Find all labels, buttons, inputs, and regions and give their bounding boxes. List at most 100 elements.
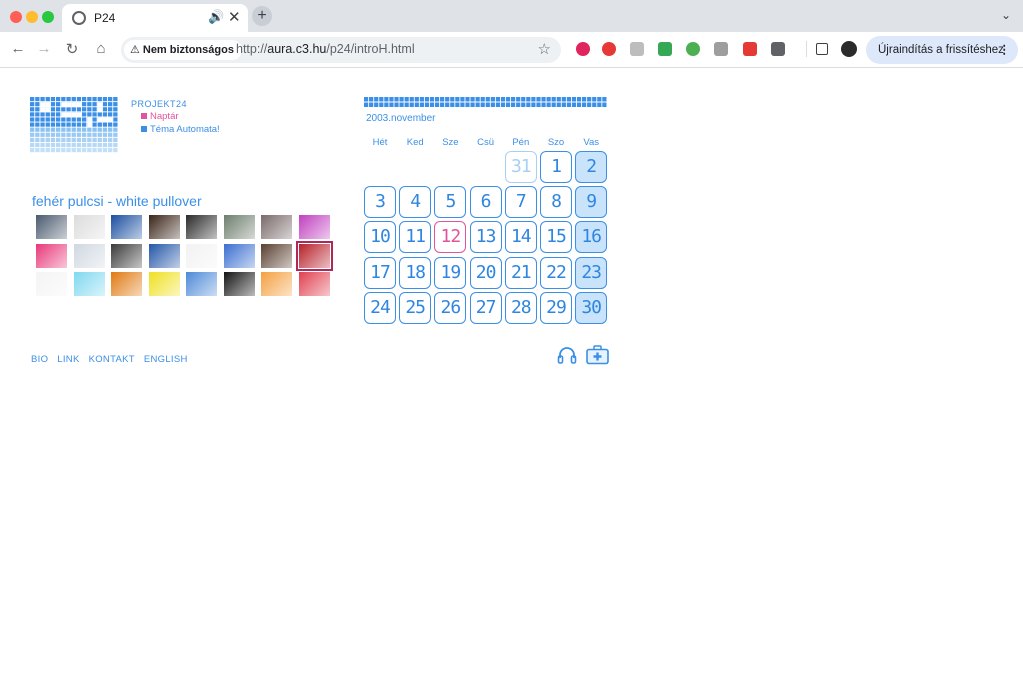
thumbnail[interactable] [261, 215, 292, 239]
close-tab-icon[interactable]: ✕ [228, 8, 241, 26]
menu-tema-label: Téma Automata! [150, 124, 220, 135]
profile-avatar[interactable] [841, 41, 857, 57]
headphones-icon[interactable] [557, 345, 577, 365]
calendar-day[interactable]: 27 [469, 291, 502, 324]
thumbnail[interactable] [111, 215, 142, 239]
footer-link-link[interactable]: LINK [57, 354, 79, 365]
calendar-day[interactable]: 30 [575, 291, 608, 324]
url-host: aura.c3.hu [267, 42, 327, 56]
thumbnail[interactable] [73, 243, 105, 268]
page-content: PROJEKT24 Naptár Téma Automata! fehér pu… [0, 69, 1023, 683]
address-bar[interactable]: ⚠ Nem biztonságos http://aura.c3.hu/p24/i… [121, 37, 561, 63]
calendar-day[interactable]: 28 [504, 291, 537, 324]
calendar-day[interactable]: 8 [540, 186, 572, 219]
browser-toolbar: ← → ↻ ⌂ ⚠ Nem biztonságos http://aura.c3.… [0, 32, 1023, 68]
speaker-icon[interactable]: 🔊 [208, 9, 224, 25]
calendar-day[interactable]: 22 [540, 256, 572, 289]
footer-link-english[interactable]: ENGLISH [144, 354, 188, 365]
calendar-day[interactable]: 13 [469, 221, 502, 254]
url-text[interactable]: http://aura.c3.hu/p24/introH.html [236, 42, 415, 56]
calendar-day[interactable]: 20 [469, 256, 502, 289]
browser-extension-icon[interactable] [743, 42, 757, 56]
calendar-day[interactable]: 31 [504, 151, 537, 183]
close-window-button[interactable] [10, 11, 22, 23]
calendar-day[interactable]: 25 [399, 291, 432, 324]
back-arrow-icon[interactable]: ← [8, 40, 28, 57]
calendar-day[interactable]: 26 [434, 291, 467, 324]
calendar-day[interactable]: 2 [575, 151, 608, 183]
thumbnail[interactable] [73, 215, 105, 239]
brand-label[interactable]: PROJEKT24 [131, 99, 187, 109]
zoom-window-button[interactable] [42, 11, 54, 23]
calendar-day[interactable]: 3 [364, 186, 396, 219]
thumbnail[interactable] [261, 272, 292, 296]
thumbnail[interactable] [186, 243, 217, 268]
calendar-day[interactable]: 23 [575, 256, 608, 289]
calendar-day[interactable]: 19 [434, 256, 467, 289]
subject-title: fehér pulcsi - white pullover [32, 193, 202, 209]
footer-link-bio[interactable]: BIO [31, 354, 48, 365]
security-chip[interactable]: ⚠ Nem biztonságos [124, 40, 242, 60]
calendar-day[interactable]: 15 [540, 221, 572, 254]
menu-naptar[interactable]: Naptár [141, 111, 179, 122]
calendar-day[interactable]: 16 [575, 221, 608, 254]
thumbnail[interactable] [148, 243, 180, 268]
thumbnail[interactable] [73, 272, 105, 296]
calendar-day[interactable]: 29 [540, 291, 572, 324]
security-chip-label: Nem biztonságos [142, 44, 234, 56]
tab-search-chevron-icon[interactable]: ⌄ [1001, 8, 1011, 22]
calendar-day[interactable]: 12 [434, 221, 467, 254]
first-aid-kit-icon[interactable] [586, 345, 609, 365]
thumbnail[interactable] [148, 272, 180, 296]
browser-extension-icon[interactable] [771, 42, 785, 56]
calendar-day-name: Vas [583, 137, 600, 148]
minimize-window-button[interactable] [26, 11, 38, 23]
calendar-day[interactable]: 10 [364, 221, 396, 254]
thumbnail[interactable] [223, 272, 255, 296]
thumbnail[interactable] [298, 272, 330, 296]
calendar-day[interactable]: 21 [504, 256, 537, 289]
thumbnail[interactable] [36, 215, 67, 239]
thumbnail[interactable] [111, 243, 142, 268]
calendar-day[interactable]: 5 [434, 186, 467, 219]
thumbnail[interactable] [186, 272, 217, 296]
browser-tab[interactable]: P24 🔊 ✕ [62, 4, 248, 32]
restart-to-update-button[interactable]: Újraindítás a frissítéshez ⋮ [866, 36, 1018, 64]
browser-extension-icon[interactable] [630, 42, 644, 56]
browser-extension-icon[interactable] [686, 42, 700, 56]
thumbnail[interactable] [295, 240, 333, 271]
side-panel-icon[interactable] [816, 43, 828, 55]
browser-extension-icon[interactable] [714, 42, 728, 56]
calendar-day[interactable]: 9 [575, 186, 608, 219]
thumbnail[interactable] [223, 243, 255, 268]
thumbnail[interactable] [36, 243, 67, 268]
calendar-day[interactable]: 7 [504, 186, 537, 219]
calendar-day[interactable]: 24 [364, 291, 396, 324]
thumbnail[interactable] [223, 215, 255, 239]
new-tab-button[interactable]: + [252, 6, 272, 26]
calendar-day[interactable]: 18 [399, 256, 432, 289]
home-icon[interactable]: ⌂ [91, 40, 111, 57]
forward-arrow-icon[interactable]: → [34, 40, 54, 57]
bookmark-star-icon[interactable]: ☆ [538, 40, 551, 58]
thumbnail[interactable] [111, 272, 142, 296]
thumbnail[interactable] [36, 272, 67, 296]
calendar-day[interactable]: 14 [504, 221, 537, 254]
thumbnail[interactable] [298, 215, 330, 239]
menu-tema-automata[interactable]: Téma Automata! [141, 124, 220, 135]
thumbnail[interactable] [148, 215, 180, 239]
browser-extension-icon[interactable] [602, 42, 616, 56]
thumbnail[interactable] [261, 243, 292, 268]
browser-extension-icon[interactable] [658, 42, 672, 56]
calendar-day[interactable]: 6 [469, 186, 502, 219]
calendar-day[interactable]: 4 [399, 186, 432, 219]
calendar-day[interactable]: 11 [399, 221, 432, 254]
p24-logo[interactable] [30, 97, 118, 153]
calendar-day[interactable]: 17 [364, 256, 396, 289]
browser-extension-icon[interactable] [576, 42, 590, 56]
thumbnail[interactable] [186, 215, 217, 239]
footer-link-kontakt[interactable]: KONTAKT [89, 354, 135, 365]
calendar-day[interactable]: 1 [540, 151, 572, 183]
browser-menu-icon[interactable]: ⋮ [999, 36, 1011, 64]
reload-icon[interactable]: ↻ [62, 40, 82, 58]
